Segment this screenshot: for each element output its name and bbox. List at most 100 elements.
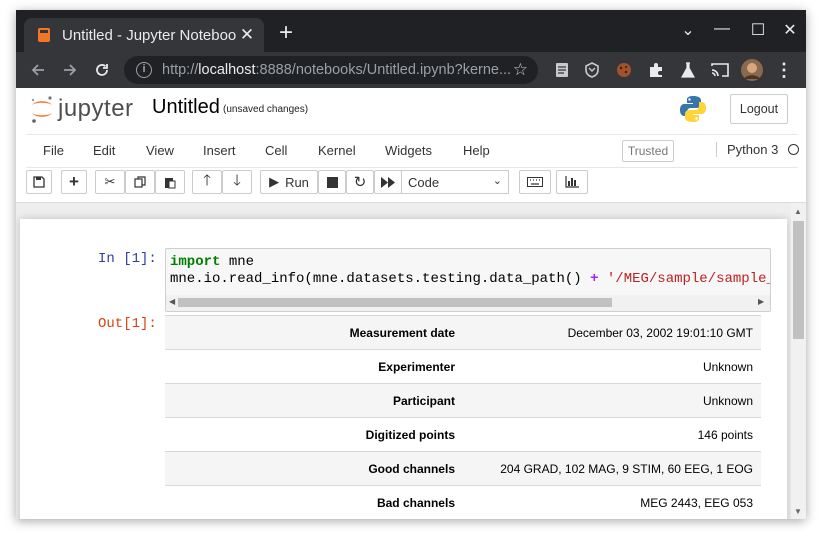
output-table-value: MEG 2443, EEG 053 [455, 485, 761, 519]
forward-icon[interactable] [58, 58, 82, 82]
output-table-key: Experimenter [165, 349, 455, 384]
output-table-value: 146 points [455, 417, 761, 452]
notebook-page: In [1]: import mne mne.io.read_info(mne.… [20, 219, 787, 519]
extensions-puzzle-icon[interactable] [644, 58, 668, 82]
menu-help[interactable]: Help [463, 143, 490, 158]
page-scrollbar-thumb[interactable] [793, 221, 804, 339]
page-vertical-scrollbar[interactable]: ▲ ▼ [791, 203, 806, 519]
run-play-icon: ▶ [269, 174, 280, 189]
new-tab-button[interactable]: + [274, 21, 298, 46]
menu-kernel[interactable]: Kernel [318, 143, 356, 158]
code-line-2: mne.io.read_info(mne.datasets.testing.da… [170, 271, 771, 287]
output-table-row: Measurement date December 03, 2002 19:01:… [165, 315, 761, 350]
browser-toolbar: i http://localhost:8888/notebooks/Untitl… [16, 52, 806, 88]
output-table-row: Digitized points 146 points [165, 417, 761, 452]
output-table-value: December 03, 2002 19:01:10 GMT [455, 315, 761, 350]
site-info-icon[interactable]: i [136, 62, 152, 78]
menu-edit[interactable]: Edit [93, 143, 115, 158]
cell-type-select[interactable]: Code ⌄ [401, 170, 509, 194]
restart-icon[interactable]: ↻ [346, 170, 374, 194]
notebook-favicon-icon [36, 27, 52, 43]
notebook-toolbar: + ✂ 🡑 🡓 ▶ Run ↻ Code ⌄ [26, 168, 798, 200]
scroll-left-icon[interactable]: ◀ [169, 297, 175, 306]
code-keyword: import [170, 254, 221, 270]
notebook-title[interactable]: Untitled [152, 96, 220, 119]
keyboard-icon[interactable] [519, 170, 551, 194]
close-window-icon[interactable]: ✕ [778, 20, 802, 42]
browser-menu-icon[interactable]: ⋮ [772, 58, 796, 82]
interrupt-stop-icon[interactable] [318, 170, 346, 194]
trusted-indicator[interactable]: Trusted [622, 140, 674, 162]
output-table-row: Bad channels MEG 2443, EEG 053 [165, 485, 761, 519]
code-string: '/MEG/sample/sample_ [598, 271, 771, 287]
scroll-right-icon[interactable]: ▶ [758, 297, 764, 306]
menu-cell[interactable]: Cell [265, 143, 287, 158]
cookie-extension-icon[interactable] [612, 58, 636, 82]
output-table-key: Digitized points [165, 417, 455, 452]
tab-search-icon[interactable]: ⌄ [676, 20, 700, 42]
move-down-icon[interactable]: 🡓 [222, 170, 252, 194]
tab-title: Untitled - Jupyter Notebook [62, 26, 236, 44]
jupyter-header: jupyter Untitled (unsaved changes) Logou… [16, 88, 806, 134]
browser-tab[interactable]: Untitled - Jupyter Notebook ✕ [24, 18, 264, 52]
output-table-row: Experimenter Unknown [165, 349, 761, 384]
code-cell-editor[interactable]: import mne mne.io.read_info(mne.datasets… [165, 248, 771, 312]
output-table-value: Unknown [455, 383, 761, 418]
menu-file[interactable]: File [43, 143, 64, 158]
kernel-name: Python 3 [716, 142, 778, 157]
back-icon[interactable] [26, 58, 50, 82]
cell-type-value: Code [408, 174, 440, 190]
notebook-menubar: File Edit View Insert Cell Kernel Widget… [26, 134, 799, 168]
shield-extension-icon[interactable] [580, 58, 604, 82]
jupyter-logo[interactable]: jupyter [30, 94, 134, 124]
reader-icon[interactable] [550, 58, 574, 82]
output-prompt: Out[1]: [98, 316, 157, 332]
chevron-down-icon: ⌄ [492, 175, 502, 187]
code-horizontal-scrollbar[interactable]: ◀ ▶ [166, 295, 770, 311]
maximize-icon[interactable]: ☐ [746, 20, 770, 42]
move-up-icon[interactable]: 🡑 [192, 170, 222, 194]
address-bar[interactable]: i http://localhost:8888/notebooks/Untitl… [124, 56, 538, 84]
insert-cell-icon[interactable]: + [61, 170, 87, 194]
minimize-icon[interactable]: — [710, 20, 734, 42]
cut-icon[interactable]: ✂ [95, 170, 125, 194]
output-table-value: Unknown [455, 349, 761, 384]
code-text: mne.io.read_info(mne.datasets.testing.da… [170, 271, 591, 287]
menu-insert[interactable]: Insert [203, 143, 236, 158]
copy-icon[interactable] [125, 170, 155, 194]
cast-icon[interactable] [708, 58, 732, 82]
code-scrollbar-thumb[interactable] [178, 298, 612, 307]
logout-button[interactable]: Logout [730, 94, 788, 124]
bar-chart-icon[interactable] [556, 170, 588, 194]
menu-widgets[interactable]: Widgets [385, 143, 432, 158]
jupyter-logo-text: jupyter [58, 95, 134, 122]
output-table-row: Good channels 204 GRAD, 102 MAG, 9 STIM, … [165, 451, 761, 486]
output-table-key: Bad channels [165, 485, 455, 519]
run-button[interactable]: ▶ Run [260, 170, 318, 194]
close-tab-icon[interactable]: ✕ [236, 24, 258, 46]
browser-window: Untitled - Jupyter Notebook ✕ + ⌄ — ☐ ✕ … [16, 10, 806, 519]
output-table-key: Good channels [165, 451, 455, 486]
run-label: Run [285, 174, 309, 190]
save-icon[interactable] [26, 170, 52, 194]
scroll-down-icon[interactable]: ▼ [794, 507, 802, 516]
bookmark-star-icon[interactable]: ☆ [513, 60, 528, 80]
code-text: mne [220, 254, 255, 270]
input-prompt: In [1]: [98, 251, 157, 267]
notebook-area: In [1]: import mne mne.io.read_info(mne.… [16, 202, 806, 519]
restart-run-all-icon[interactable] [374, 170, 402, 194]
labs-flask-icon[interactable] [676, 58, 700, 82]
reload-icon[interactable] [90, 58, 114, 82]
kernel-status-icon [788, 144, 799, 155]
menu-view[interactable]: View [146, 143, 174, 158]
paste-icon[interactable] [155, 170, 185, 194]
output-table-key: Measurement date [165, 315, 455, 350]
url-path: :8888/notebooks/Untitled.ipynb?kerne... [255, 62, 512, 78]
avatar[interactable] [740, 58, 764, 82]
code-line-1: import mne [170, 254, 254, 270]
tab-strip: Untitled - Jupyter Notebook ✕ + ⌄ — ☐ ✕ [16, 10, 806, 52]
url-host: localhost [198, 62, 256, 78]
scroll-up-icon[interactable]: ▲ [794, 207, 802, 216]
output-info-table: Measurement date December 03, 2002 19:01:… [165, 315, 761, 519]
jupyter-logo-icon [31, 96, 52, 123]
